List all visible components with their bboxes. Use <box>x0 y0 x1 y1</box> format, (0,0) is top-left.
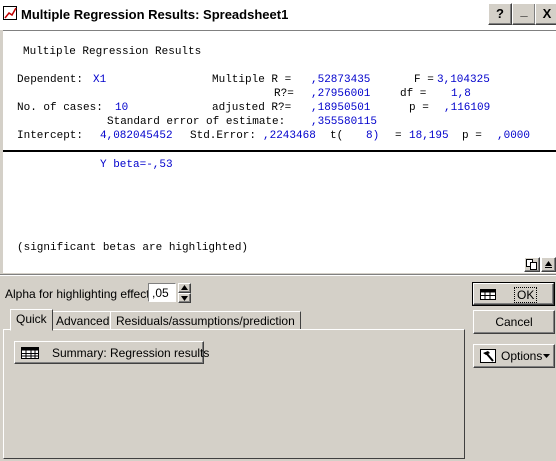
alpha-decrement-button[interactable] <box>178 293 191 303</box>
scroll-up-button[interactable] <box>541 257 556 272</box>
tab-advanced[interactable]: Advanced <box>50 311 116 330</box>
alpha-input[interactable]: ,05 <box>148 283 176 302</box>
tab-residuals[interactable]: Residuals/assumptions/prediction <box>110 311 301 330</box>
r-squared-label: R?= <box>274 88 294 100</box>
cancel-button[interactable]: Cancel <box>473 310 555 334</box>
cases-label: No. of cases: <box>17 102 103 114</box>
f-value: 3,104325 <box>437 74 490 86</box>
spin-down-icon <box>181 296 188 301</box>
standard-error-label: Standard error of estimate: <box>107 116 286 128</box>
results-output-area[interactable]: Multiple Regression Results Dependent: X… <box>3 30 556 273</box>
divider-line <box>3 150 556 152</box>
p-label: p = <box>409 102 429 114</box>
intercept-label: Intercept: <box>17 130 84 142</box>
dependent-label: Dependent: <box>17 74 84 86</box>
ok-label: OK <box>514 287 538 303</box>
intercept-value: 4,082045452 <box>100 130 173 142</box>
hammer-icon <box>480 349 496 363</box>
adjusted-r-squared-value: ,18950501 <box>311 102 371 114</box>
standard-error-value: ,355580115 <box>311 116 378 128</box>
options-label: Options <box>501 349 543 363</box>
copy-icon <box>526 259 537 270</box>
t-label: t( <box>330 130 344 142</box>
dropdown-arrow-icon <box>543 354 550 358</box>
help-button[interactable]: ? <box>488 3 512 25</box>
multiple-r-value: ,52873435 <box>311 74 371 86</box>
copy-button[interactable] <box>524 257 540 272</box>
arrow-up-icon <box>545 261 552 268</box>
std-error-value: ,2243468 <box>263 130 316 142</box>
table-icon <box>21 347 39 359</box>
std-error-label: Std.Error: <box>190 130 257 142</box>
adjusted-r-squared-label: adjusted R?= <box>212 102 292 114</box>
tab-quick[interactable]: Quick <box>10 309 53 331</box>
spin-up-icon <box>181 285 188 290</box>
p2-value: ,0000 <box>497 130 531 142</box>
df-value: 1,8 <box>451 88 471 100</box>
separator-highlight <box>0 275 556 276</box>
t-value: 18,195 <box>409 130 449 142</box>
cases-value: 10 <box>115 102 129 114</box>
ok-button[interactable]: OK <box>472 282 555 306</box>
title-bar: Multiple Regression Results: Spreadsheet… <box>0 0 556 30</box>
significance-note: (significant betas are highlighted) <box>17 242 249 254</box>
results-heading: Multiple Regression Results <box>23 46 202 58</box>
dependent-value: X1 <box>93 74 107 86</box>
df-label: df = <box>400 88 427 100</box>
f-label: F = <box>414 74 434 86</box>
multiple-r-label: Multiple R = <box>212 74 292 86</box>
p2-label: p = <box>462 130 482 142</box>
summary-button[interactable]: Summary: Regression results <box>14 341 209 364</box>
alpha-label: Alpha for highlighting effects: <box>5 287 159 301</box>
alpha-value: ,05 <box>152 286 169 300</box>
p-value: ,116109 <box>444 102 491 114</box>
r-squared-value: ,27956001 <box>311 88 371 100</box>
chart-line-icon <box>3 6 17 20</box>
close-button[interactable]: X <box>535 3 556 25</box>
minimize-button[interactable]: _ <box>512 3 536 25</box>
beta-line: Y beta=-,53 <box>100 159 173 171</box>
summary-label: Summary: Regression results <box>52 346 210 360</box>
t-df: 8) <box>366 130 380 142</box>
options-button[interactable]: Options <box>473 344 555 368</box>
window-title: Multiple Regression Results: Spreadsheet… <box>21 7 289 22</box>
grid-icon <box>480 289 496 300</box>
t-equals: = <box>395 130 402 142</box>
alpha-increment-button[interactable] <box>178 283 191 293</box>
